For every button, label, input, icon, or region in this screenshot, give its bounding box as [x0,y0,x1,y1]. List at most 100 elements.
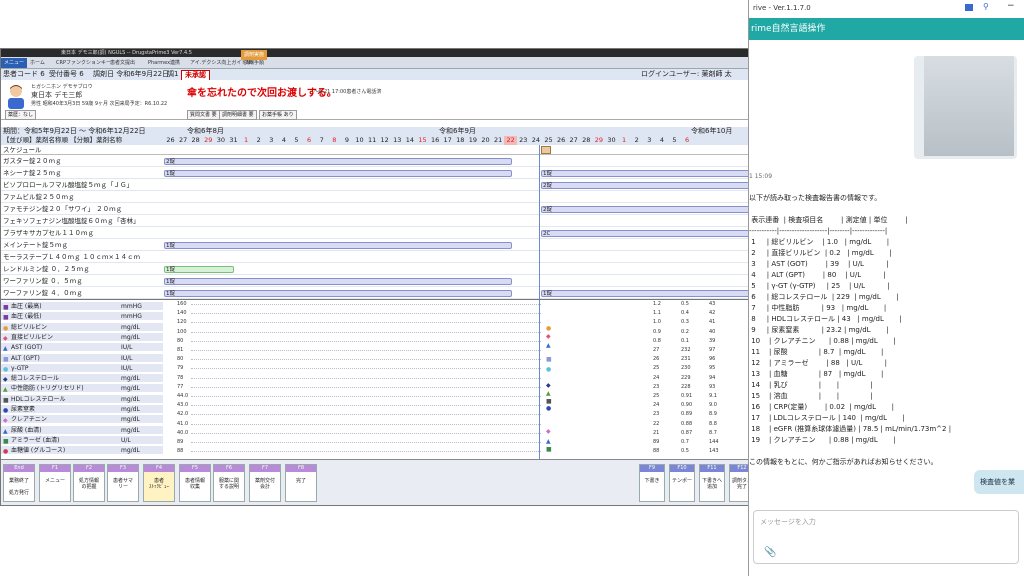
lab-value: 22 [653,420,660,427]
fkey-button[interactable]: F9 下書き [639,464,665,502]
drug-row[interactable]: メインテート錠５ｍｇ 1錠 [1,240,751,251]
drug-row[interactable]: レンドルミン錠 ０．２５ｍｇ 1錠 [1,264,751,275]
fkey-button[interactable]: F7 薬剤交付 会計 [249,464,281,502]
fkey-button[interactable]: F3 患者サマ リー [107,464,139,502]
lab-point[interactable]: ● [546,366,551,373]
lab-point[interactable]: ● [546,405,551,412]
lab-unit: mg/dL [121,406,140,413]
y-tick-label: 100 [177,328,187,335]
day-header: 11 [367,136,377,144]
lab-point[interactable]: ■ [546,356,552,363]
lab-name: 中性脂肪 (トリグリセリド) [11,385,84,393]
fkey-button[interactable]: F2 処方情報 の把握 [73,464,105,502]
lab-point[interactable]: ◆ [546,382,551,389]
fkey-code: F11 [700,465,724,472]
tag-question-doc[interactable]: 質問文書 要 [187,110,220,120]
lab-point[interactable]: ◆ [546,333,551,340]
fkey-button[interactable]: F11 下書きへ 追加 [699,464,725,502]
drug-row[interactable]: ファモチジン錠２０「サワイ」 ２０ｍｇ 2錠 [1,204,751,215]
fkey-code: F9 [640,465,664,472]
lab-row[interactable]: ■ 血圧 (最低) mmHG [1,312,163,322]
fkey-button[interactable]: End 業務終了 処方発行 [3,464,35,502]
calendar-icon[interactable] [541,146,551,154]
lab-row[interactable]: ▲ 尿酸 (血清) mg/dL [1,425,163,435]
attach-icon[interactable]: 📎 [764,547,776,558]
fkey-button[interactable]: F5 患者情報 収集 [179,464,211,502]
lab-row[interactable]: ■ HDLコレステロール mg/dL [1,394,163,404]
lab-value: 0.91 [681,393,693,399]
pin-icon[interactable]: ⚲ [983,2,989,11]
lab-point[interactable]: ■ [546,398,552,405]
menu-item[interactable]: CRPファンクションキー [53,58,114,68]
drug-name: ワーファリン錠 ０．５ｍｇ [3,277,83,285]
day-header: 29 [594,136,604,144]
fkey-button[interactable]: F10 テンポー [669,464,695,502]
medication-history-tag[interactable]: 薬歴：なし [5,110,37,120]
fkey-button[interactable]: F6 服薬に関 する説明 [213,464,245,502]
drug-row[interactable]: ビソプロロールフマル酸塩錠５ｍｇ「ＪＧ」 2錠 [1,180,751,191]
dosing-bar[interactable]: 1錠 [164,170,512,177]
lab-row[interactable]: ■ アミラーゼ (血清) U/L [1,435,163,445]
menu-item[interactable]: ホーム [27,58,48,68]
lab-row[interactable]: ▲ 中性脂肪 (トリグリセリド) mg/dL [1,384,163,394]
register-lab-values-button[interactable]: 検査値を業 [974,470,1024,494]
fkey-button[interactable]: F1 メニュー [39,464,71,502]
day-header: 8 [332,136,337,144]
drug-row[interactable]: モーラステープＬ４０ｍｇ １０ｃｍ×１４ｃｍ [1,252,751,263]
drug-row[interactable]: ファムビル錠２５０ｍｇ [1,192,751,203]
lab-row[interactable]: ◆ 直接ビリルビン mg/dL [1,332,163,342]
fkey-label: 患者サマ リー [112,478,133,490]
lab-row[interactable]: ● γ-GTP IU/L [1,363,163,373]
dosing-bar[interactable]: 2C [541,230,751,237]
message-line: 10 | クレアチニン | 0.88 | mg/dL | [749,337,896,345]
dosing-bar[interactable]: 1錠 [164,290,512,297]
lab-point[interactable]: ▲ [546,390,551,397]
dosing-bar[interactable]: 2錠 [541,206,751,213]
grid-line [191,432,541,434]
uploaded-report-image[interactable] [914,56,1017,159]
dosing-bar[interactable]: 1錠 [541,290,751,297]
dosing-bar[interactable]: 2錠 [164,158,512,165]
drug-name: ファムビル錠２５０ｍｇ [3,193,75,201]
drug-row[interactable]: ブラザキサカプセル１１０ｍｇ 2C [1,228,751,239]
lab-row[interactable]: ▲ AST (GOT) IU/L [1,343,163,353]
drug-row[interactable]: ガスター錠２０ｍｇ 2錠 [1,156,751,167]
lab-row[interactable]: ● 血糖値 (グルコース) mg/dL [1,446,163,456]
lab-row[interactable]: ■ 血圧 (最高) mmHG [1,302,163,311]
dosing-bar[interactable]: 1錠 [164,242,512,249]
menu-item[interactable]: 患者文提出 [107,58,138,68]
fkey-button[interactable]: F8 完了 [285,464,317,502]
lab-marker-icon: ▲ [3,345,8,353]
lab-row[interactable]: ◆ クレアチニン mg/dL [1,415,163,425]
lab-point[interactable]: ▲ [546,342,551,349]
message-input[interactable]: メッセージを入力 📎 [753,510,1019,564]
lab-unit: mmHG [121,303,142,310]
menu-item[interactable]: Pharmex連携 [145,58,183,68]
monitor-icon[interactable] [965,4,973,11]
lab-row[interactable]: ● 総ビリルビン mg/dL [1,322,163,332]
tag-medication-notebook[interactable]: お薬手帳 あり [259,110,297,120]
lab-point[interactable]: ● [546,325,551,332]
dosing-bar[interactable]: 2錠 [541,182,751,189]
menu-item[interactable]: メニュー [1,58,28,68]
menu-item[interactable]: 調剤実施 [241,50,268,60]
lab-row[interactable]: ● 尿素窒素 mg/dL [1,405,163,414]
tag-dispensing-detail[interactable]: 調剤明細書 要 [219,110,257,120]
dosing-bar[interactable]: 1錠 [164,278,512,285]
lab-point[interactable]: ◆ [546,428,551,435]
patient-info: ヒガシニホン デモサブロウ 東日本 デモ三郎 男性 昭和40年3月3日 59歳 … [1,80,751,120]
lab-row[interactable]: ◆ 総コレステロール mg/dL [1,374,163,384]
lab-point[interactable]: ■ [546,446,552,453]
lab-point[interactable]: ▲ [546,438,551,445]
fkey-button[interactable]: F4 患者 ｽﾄｯｸﾋﾞｭｰ [143,464,175,502]
dosing-bar[interactable]: 1錠 [164,266,234,273]
drug-row[interactable]: ワーファリン錠 ０．５ｍｇ 1錠 [1,276,751,287]
dosing-bar[interactable]: 1錠 [541,170,751,177]
drug-row[interactable]: フェキソフェナジン塩酸塩錠６０ｍｇ「杏林」 [1,216,751,227]
day-header: 23 [519,136,528,144]
minimize-icon[interactable]: − [1007,1,1015,11]
lab-name: 総コレステロール [11,375,60,383]
drug-row[interactable]: ワーファリン錠 ４．０ｍｇ 1錠 1錠 [1,288,751,299]
drug-row[interactable]: ネシーナ錠２５ｍｇ 1錠 1錠 [1,168,751,179]
lab-row[interactable]: ■ ALT (GPT) IU/L [1,353,163,363]
